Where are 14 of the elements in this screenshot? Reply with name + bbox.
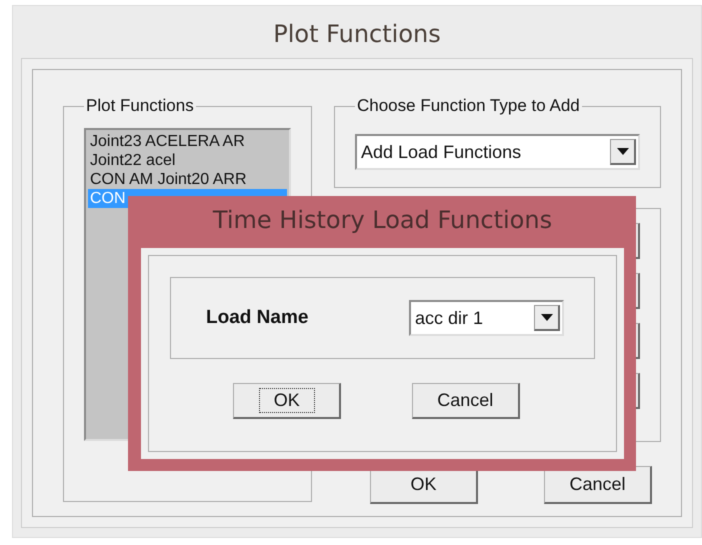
ok-button[interactable]: OK xyxy=(233,383,342,419)
field-label: Load Name xyxy=(206,307,308,329)
cancel-button[interactable]: Cancel xyxy=(412,383,520,419)
list-item[interactable]: CON AM Joint20 ARR xyxy=(88,170,287,189)
load-name-dropdown[interactable]: acc dir 1 xyxy=(409,300,564,336)
caret-icon xyxy=(540,314,552,321)
caret-icon xyxy=(616,148,628,155)
dialog-title: Time History Load Functions xyxy=(212,205,554,236)
group-label: Choose Function Type to Add xyxy=(356,96,581,116)
function-type-dropdown[interactable]: Add Load Functions xyxy=(355,134,640,170)
window-title: Plot Functions xyxy=(272,19,442,50)
group-label: Plot Functions xyxy=(85,96,195,116)
list-item[interactable]: Joint22 acel xyxy=(88,151,287,170)
list-item[interactable]: Joint23 ACELERA AR xyxy=(88,132,287,151)
